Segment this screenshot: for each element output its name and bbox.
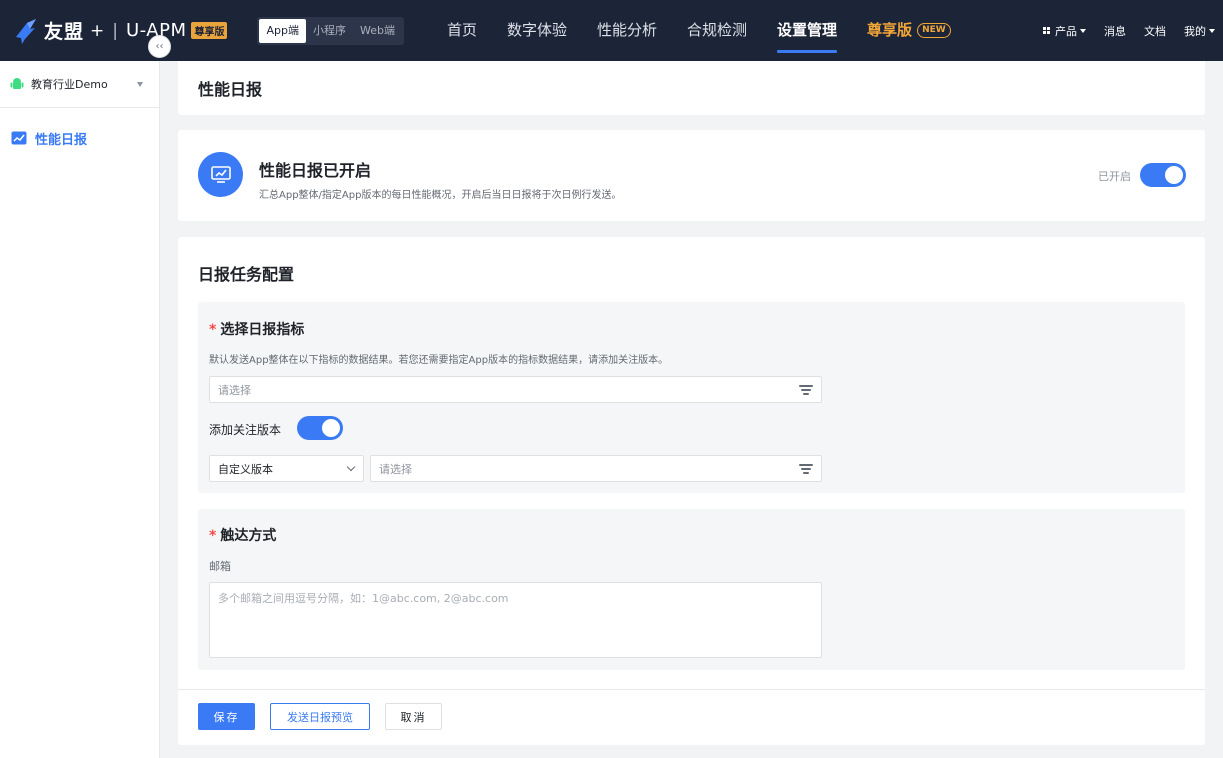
nav-settings[interactable]: 设置管理 [762,0,852,61]
metric-title: * 选择日报指标 [209,319,304,339]
nav-premium[interactable]: 尊享版 NEW [852,0,966,61]
sidebar: 教育行业Demo 性能日报 [0,61,160,758]
metric-panel: * 选择日报指标 默认发送App整体在以下指标的数据结果。若您还需要指定App版本… [198,302,1185,493]
mine-menu[interactable]: 我的 [1184,23,1215,39]
metric-title-text: 选择日报指标 [220,322,305,338]
nav-performance-analysis[interactable]: 性能分析 [582,0,672,61]
nav-home[interactable]: 首页 [432,0,492,61]
metric-description: 默认发送App整体在以下指标的数据结果。若您还需要指定App版本的指标数据结果，… [209,355,669,366]
mine-label: 我的 [1184,24,1206,38]
app-selector[interactable]: 教育行业Demo [0,61,159,108]
metric-select[interactable]: 请选择 [209,376,822,403]
status-title: 性能日报已开启 [259,161,372,180]
required-mark: * [209,322,217,338]
task-config-card: 日报任务配置 * 选择日报指标 默认发送App整体在以下指标的数据结果。若您还需要… [178,237,1205,745]
version-type-value: 自定义版本 [218,462,273,476]
docs-link[interactable]: 文档 [1144,23,1166,39]
nav-premium-label: 尊享版 [867,21,913,39]
filter-icon [799,464,813,474]
chevron-down-icon [346,462,356,472]
status-card: 性能日报已开启 汇总App整体/指定App版本的每日性能概况，开启后当日日报将于… [178,130,1205,221]
cancel-button[interactable]: 取消 [385,703,442,730]
nav-digital-experience[interactable]: 数字体验 [492,0,582,61]
right-navigation: 产品 消息 文档 我的 [1025,0,1215,61]
collapse-sidebar-button[interactable]: ‹‹ [148,35,171,58]
reach-title: * 触达方式 [209,525,276,545]
dropdown-triangle-icon [137,81,143,87]
filter-icon [799,385,813,395]
main-navigation: 首页 数字体验 性能分析 合规检测 设置管理 尊享版 NEW [432,0,966,61]
brand-logo-group[interactable]: 友盟 + | U-APM 尊享版 [12,0,228,61]
products-label: 产品 [1055,24,1077,38]
save-button[interactable]: 保存 [198,703,255,730]
grid-icon [1043,27,1050,34]
brand-name: 友盟 [44,21,85,43]
toggle-knob [1165,166,1183,184]
metric-select-placeholder: 请选择 [218,383,251,397]
brand-plus: + [90,20,105,41]
platform-tab-web[interactable]: Web端 [353,19,402,43]
version-select[interactable]: 请选择 [370,455,822,482]
version-select-placeholder: 请选择 [379,462,412,476]
premium-badge: 尊享版 [191,22,228,39]
caret-down-icon [1209,28,1215,33]
email-label: 邮箱 [209,560,231,573]
reach-title-text: 触达方式 [220,528,277,544]
email-placeholder: 多个邮箱之间用逗号分隔，如：1@abc.com, 2@abc.com [218,592,509,605]
required-mark: * [209,528,217,544]
status-description: 汇总App整体/指定App版本的每日性能概况，开启后当日日报将于次日例行发送。 [259,190,622,201]
products-menu[interactable]: 产品 [1043,23,1086,39]
toggle-knob [322,419,340,437]
reach-panel: * 触达方式 邮箱 多个邮箱之间用逗号分隔，如：1@abc.com, 2@abc.… [198,509,1185,670]
brand-separator: | [112,20,118,41]
umeng-bird-icon [12,16,40,46]
action-footer: 保存 发送日报预览 取消 [178,689,1205,745]
messages-link[interactable]: 消息 [1104,23,1126,39]
page-header: 性能日报 [178,61,1205,115]
android-icon [10,78,24,89]
top-navigation-bar: 友盟 + | U-APM 尊享版 App端 小程序 Web端 首页 数字体验 性… [0,0,1223,61]
sidebar-item-label: 性能日报 [35,132,88,148]
send-preview-button[interactable]: 发送日报预览 [270,703,370,730]
status-switch-label: 已开启 [1098,170,1131,183]
chart-trend-icon [11,131,27,145]
email-textarea[interactable]: 多个邮箱之间用逗号分隔，如：1@abc.com, 2@abc.com [209,582,822,658]
nav-compliance-check[interactable]: 合规检测 [672,0,762,61]
platform-switch: App端 小程序 Web端 [257,16,404,45]
report-monitor-icon [198,152,243,197]
sidebar-item-performance-daily[interactable]: 性能日报 [0,128,159,148]
new-tag: NEW [917,23,951,38]
platform-tab-miniprogram[interactable]: 小程序 [306,19,353,43]
daily-report-toggle[interactable] [1140,163,1186,187]
version-type-dropdown[interactable]: 自定义版本 [209,455,364,482]
add-version-label: 添加关注版本 [209,423,282,437]
caret-down-icon [1080,28,1086,33]
app-name: 教育行业Demo [31,78,108,91]
platform-tab-app[interactable]: App端 [259,18,306,43]
config-title: 日报任务配置 [198,265,295,284]
add-version-toggle[interactable] [297,416,343,440]
page-title: 性能日报 [198,80,263,99]
